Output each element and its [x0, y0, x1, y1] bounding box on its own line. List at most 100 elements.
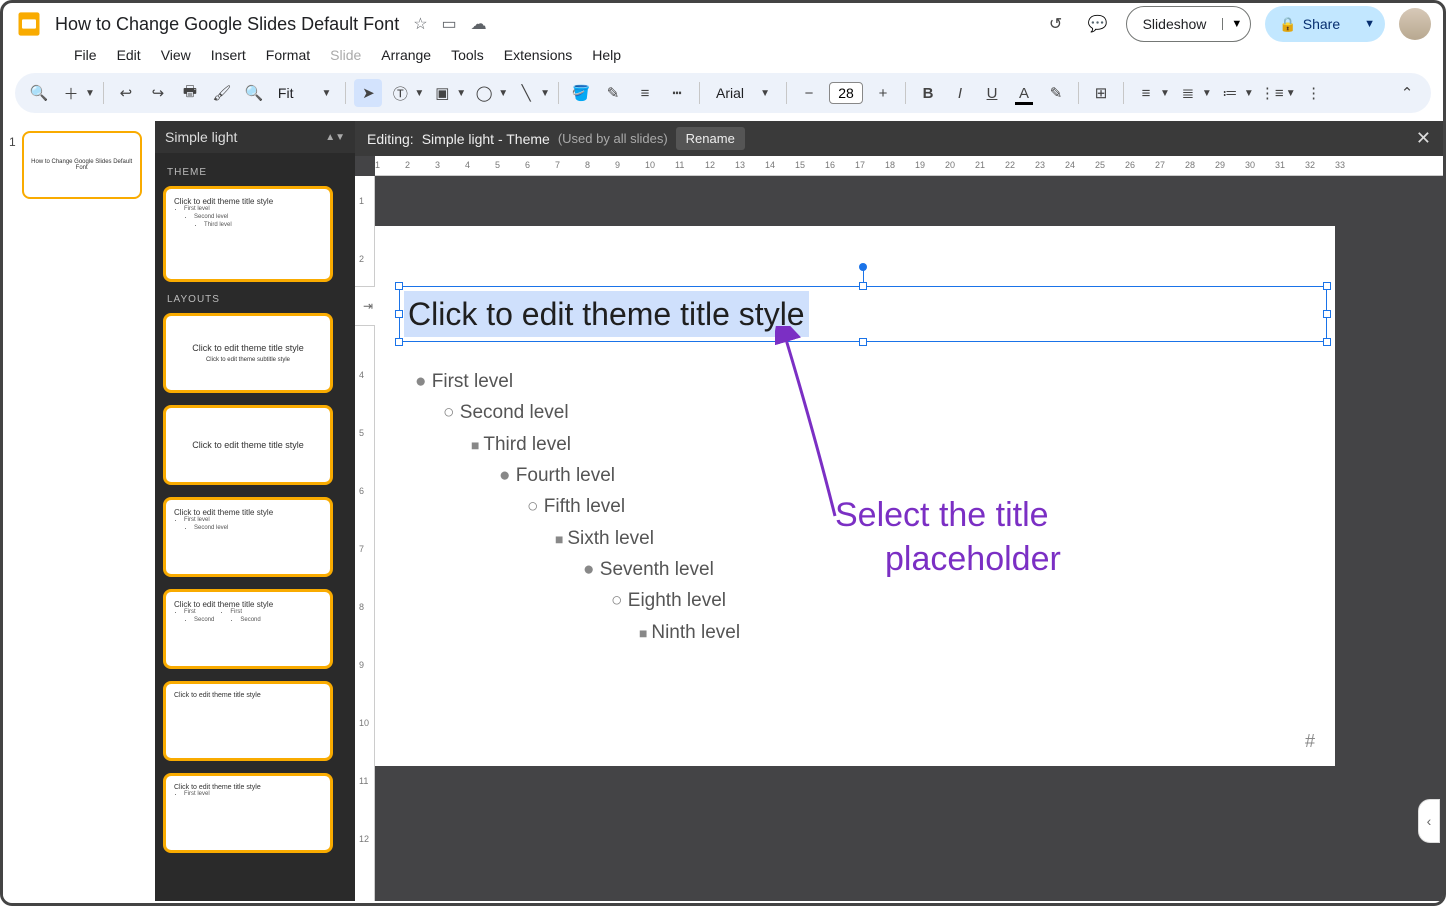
numbered-list-icon[interactable]: ≔ [1216, 79, 1244, 107]
level-5-text: Fifth level [415, 491, 740, 522]
share-dropdown-icon[interactable]: ▼ [1354, 18, 1385, 30]
font-name-label: Arial [716, 85, 744, 101]
more-options-icon[interactable]: ⋮ [1300, 79, 1328, 107]
resize-handle[interactable] [395, 310, 403, 318]
thumb-title: Click to edit theme title style [192, 343, 304, 353]
undo-icon[interactable]: ↩ [112, 79, 140, 107]
line-icon[interactable]: ╲ [512, 79, 540, 107]
shape-icon[interactable]: ◯ [470, 79, 498, 107]
increase-font-size-button[interactable]: + [869, 79, 897, 107]
menu-edit[interactable]: Edit [108, 43, 150, 67]
bold-icon[interactable]: B [914, 79, 942, 107]
menu-extensions[interactable]: Extensions [495, 43, 581, 67]
new-slide-dropdown-icon[interactable]: ▼ [85, 88, 95, 99]
menu-file[interactable]: File [65, 43, 106, 67]
text-color-icon[interactable]: A [1010, 79, 1038, 107]
cloud-status-icon[interactable]: ☁ [471, 14, 487, 34]
menu-arrange[interactable]: Arrange [372, 43, 440, 67]
line-spacing-dropdown-icon[interactable]: ▼ [1202, 88, 1212, 99]
font-size-input[interactable] [829, 82, 863, 104]
zoom-selector[interactable]: Fit▼ [272, 85, 337, 101]
menu-tools[interactable]: Tools [442, 43, 493, 67]
select-tool-icon[interactable]: ➤ [354, 79, 382, 107]
line-spacing-icon[interactable]: ≣ [1174, 79, 1202, 107]
slides-logo[interactable] [13, 8, 45, 40]
highlight-color-icon[interactable]: ✎ [1042, 79, 1070, 107]
history-icon[interactable]: ↺ [1042, 10, 1070, 38]
redo-icon[interactable]: ↪ [144, 79, 172, 107]
numbered-list-dropdown-icon[interactable]: ▼ [1244, 88, 1254, 99]
decrease-font-size-button[interactable]: − [795, 79, 823, 107]
theme-selector-label[interactable]: Simple light [165, 129, 237, 145]
slideshow-button[interactable]: Slideshow ▼ [1126, 6, 1252, 42]
resize-handle[interactable] [1323, 282, 1331, 290]
layout-thumbnail[interactable]: Click to edit theme title style FirstSec… [163, 589, 333, 669]
level-8-text: Eighth level [415, 585, 740, 616]
bulleted-list-icon[interactable]: ⋮≡ [1258, 79, 1286, 107]
slide-thumbnail-text: How to Change Google Slides Default Font [30, 159, 134, 171]
align-dropdown-icon[interactable]: ▼ [1160, 88, 1170, 99]
collapse-toolbar-icon[interactable]: ⌃ [1393, 79, 1421, 107]
border-weight-icon[interactable]: ≡ [631, 79, 659, 107]
menu-format[interactable]: Format [257, 43, 319, 67]
menu-insert[interactable]: Insert [202, 43, 255, 67]
fill-color-icon[interactable]: 🪣 [567, 79, 595, 107]
close-editor-icon[interactable]: ✕ [1416, 128, 1431, 149]
resize-handle[interactable] [1323, 310, 1331, 318]
layout-thumbnail[interactable]: Click to edit theme title styleClick to … [163, 313, 333, 393]
textbox-icon[interactable]: Ⓣ [386, 79, 414, 107]
slideshow-dropdown-icon[interactable]: ▼ [1222, 18, 1250, 30]
resize-handle[interactable] [859, 338, 867, 346]
font-family-selector[interactable]: Arial▼ [708, 85, 778, 101]
border-dash-icon[interactable]: ┅ [663, 79, 691, 107]
resize-handle[interactable] [395, 338, 403, 346]
move-icon[interactable]: ▭ [442, 14, 457, 34]
underline-icon[interactable]: U [978, 79, 1006, 107]
layout-thumbnail[interactable]: Click to edit theme title style [163, 681, 333, 761]
level-7-text: Seventh level [415, 554, 740, 585]
resize-handle[interactable] [395, 282, 403, 290]
star-icon[interactable]: ☆ [413, 14, 427, 34]
border-color-icon[interactable]: ✎ [599, 79, 627, 107]
menu-view[interactable]: View [152, 43, 200, 67]
bulleted-list-dropdown-icon[interactable]: ▼ [1286, 88, 1296, 99]
layout-thumbnail[interactable]: Click to edit theme title style First le… [163, 497, 333, 577]
horizontal-ruler: 1234567891011121314151617181920212223242… [375, 156, 1443, 176]
line-dropdown-icon[interactable]: ▼ [540, 88, 550, 99]
italic-icon[interactable]: I [946, 79, 974, 107]
layout-thumbnail[interactable]: Click to edit theme title style [163, 405, 333, 485]
account-avatar[interactable] [1399, 8, 1431, 40]
image-dropdown-icon[interactable]: ▼ [456, 88, 466, 99]
share-button[interactable]: 🔒Share ▼ [1265, 6, 1385, 42]
rename-button[interactable]: Rename [676, 127, 745, 150]
zoom-out-icon[interactable]: 🔍 [240, 79, 268, 107]
separator [103, 82, 104, 104]
layout-thumbnail[interactable]: Click to edit theme title style First le… [163, 773, 333, 853]
body-placeholder[interactable]: First level Second level Third level Fou… [415, 366, 740, 648]
page-number-placeholder[interactable]: # [1305, 731, 1315, 752]
textbox-dropdown-icon[interactable]: ▼ [414, 88, 424, 99]
theme-selector-arrows-icon[interactable]: ▲▼ [325, 132, 345, 143]
new-slide-icon[interactable]: ＋ [57, 79, 85, 107]
resize-handle[interactable] [1323, 338, 1331, 346]
document-title[interactable]: How to Change Google Slides Default Font [55, 14, 399, 35]
slide-thumbnail[interactable]: How to Change Google Slides Default Font [22, 131, 142, 199]
menu-help[interactable]: Help [583, 43, 630, 67]
search-menus-icon[interactable]: 🔍 [25, 79, 53, 107]
paint-format-icon[interactable]: 🖌 [208, 79, 236, 107]
comments-icon[interactable]: 💬 [1084, 10, 1112, 38]
theme-master-thumbnail[interactable]: Click to edit theme title style First le… [163, 186, 333, 282]
align-icon[interactable]: ≡ [1132, 79, 1160, 107]
resize-handle[interactable] [859, 282, 867, 290]
print-icon[interactable]: 🖶 [176, 79, 204, 107]
side-panel-tab-icon[interactable]: ‹ [1418, 799, 1440, 843]
image-icon[interactable]: ▣ [428, 79, 456, 107]
shape-dropdown-icon[interactable]: ▼ [498, 88, 508, 99]
annotation-text: Select the title placeholder [835, 494, 1061, 581]
rotate-handle[interactable] [859, 263, 867, 271]
title-placeholder[interactable]: Click to edit theme title style [399, 286, 1327, 342]
slide-canvas[interactable]: Click to edit theme title style First le… [375, 226, 1335, 766]
editor-header-theme: Simple light - Theme [422, 131, 550, 147]
vertical-ruler: 123456789101112 [355, 176, 375, 901]
insert-comment-icon[interactable]: ⊞ [1087, 79, 1115, 107]
